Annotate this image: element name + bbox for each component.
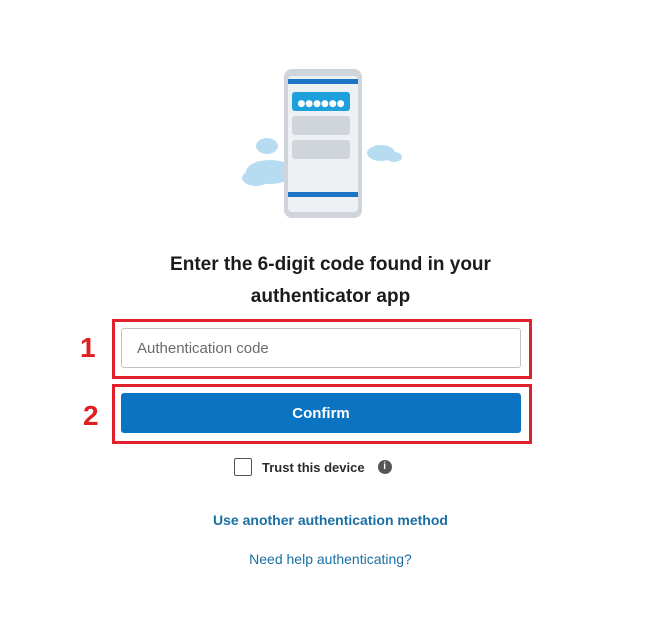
code-dots: ●●●●●● (297, 99, 344, 109)
confirm-button[interactable]: Confirm (121, 393, 521, 433)
help-link[interactable]: Need help authenticating? (0, 551, 661, 567)
page-title-line-1: Enter the 6-digit code found in your (170, 254, 491, 275)
step-1-annotation: 1 (80, 332, 96, 363)
trust-device-row: Trust this device i (234, 456, 392, 478)
cloud-right-icon (367, 145, 402, 162)
phone-illustration: ●●●●●● (242, 69, 402, 218)
info-icon[interactable]: i (377, 460, 392, 474)
trust-device-label[interactable]: Trust this device (262, 460, 365, 475)
page-title-line-2: authenticator app (250, 286, 411, 307)
authentication-code-input[interactable] (121, 328, 521, 368)
trust-device-checkbox[interactable] (234, 458, 252, 476)
step-2-annotation: 2 (83, 400, 99, 431)
alternate-method-link[interactable]: Use another authentication method (0, 512, 661, 528)
